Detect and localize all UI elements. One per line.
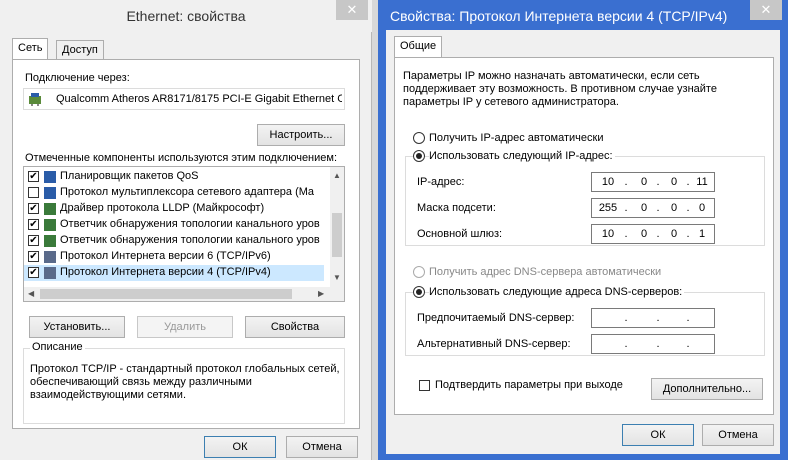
scroll-up-icon[interactable]: ▲ — [333, 171, 341, 180]
configure-button[interactable]: Настроить... — [257, 124, 345, 146]
component-icon — [44, 187, 56, 199]
component-checkbox[interactable]: ✔ — [28, 267, 39, 278]
component-label: Ответчик обнаружения топологии канальног… — [60, 218, 320, 230]
component-icon — [44, 267, 56, 279]
advanced-button[interactable]: Дополнительно... — [651, 378, 763, 400]
component-checkbox[interactable]: ✔ — [28, 251, 39, 262]
properties-button[interactable]: Свойства — [245, 316, 345, 338]
ok-button[interactable]: ОК — [622, 424, 694, 446]
component-label: Драйвер протокола LLDP (Майкрософт) — [60, 202, 265, 214]
general-tab-panel: Параметры IP можно назначать автоматичес… — [394, 57, 774, 415]
horizontal-scrollbar[interactable]: ◀ ▶ — [24, 287, 344, 301]
manual-ip-radio[interactable] — [413, 150, 425, 162]
auto-ip-label: Получить IP-адрес автоматически — [429, 132, 604, 144]
title-bar: Свойства: Протокол Интернета версии 4 (T… — [378, 0, 788, 30]
ok-button[interactable]: ОК — [204, 436, 276, 458]
ip-address-input[interactable]: 10. 0. 0. 11 — [591, 172, 715, 192]
close-button[interactable]: ✕ — [750, 0, 782, 20]
tab-network[interactable]: Сеть — [12, 38, 49, 60]
network-adapter-icon — [29, 93, 41, 106]
scroll-right-icon[interactable]: ▶ — [318, 289, 324, 298]
network-tab-panel: Подключение через: Qualcomm Atheros AR81… — [12, 59, 360, 429]
alternate-dns-input[interactable]: ... — [591, 334, 715, 354]
manual-dns-radio[interactable] — [413, 286, 425, 298]
alternate-dns-label: Альтернативный DNS-сервер: — [417, 338, 571, 350]
manual-ip-label: Использовать следующий IP-адрес: — [429, 150, 615, 162]
gateway-input[interactable]: 10. 0. 0. 1 — [591, 224, 715, 244]
component-checkbox[interactable]: ✔ — [28, 171, 39, 182]
preferred-dns-label: Предпочитаемый DNS-сервер: — [417, 312, 575, 324]
component-item[interactable]: ✔ Планировщик пакетов QoS — [24, 169, 324, 185]
component-label: Планировщик пакетов QoS — [60, 170, 199, 182]
component-checkbox[interactable]: ✔ — [28, 235, 39, 246]
install-button[interactable]: Установить... — [29, 316, 125, 338]
component-icon — [44, 251, 56, 263]
adapter-name: Qualcomm Atheros AR8171/8175 PCI-E Gigab… — [56, 93, 342, 105]
component-icon — [44, 203, 56, 215]
tab-general[interactable]: Общие — [394, 36, 443, 58]
component-label: Протокол Интернета версии 4 (TCP/IPv4) — [60, 266, 271, 278]
component-label: Протокол мультиплексора сетевого адаптер… — [60, 186, 315, 198]
manual-dns-label: Использовать следующие адреса DNS-сервер… — [429, 286, 685, 298]
vertical-scrollbar[interactable]: ▲ ▼ — [330, 167, 344, 287]
component-checkbox[interactable] — [28, 187, 39, 198]
title-bar: Ethernet: свойства ✕ — [0, 0, 372, 32]
h-scroll-thumb[interactable] — [40, 289, 292, 299]
component-icon — [44, 235, 56, 247]
components-list[interactable]: ✔ Планировщик пакетов QoS Протокол мультип… — [23, 166, 345, 302]
scroll-thumb[interactable] — [332, 213, 342, 257]
scroll-down-icon[interactable]: ▼ — [333, 273, 341, 282]
close-button[interactable]: ✕ — [336, 0, 368, 20]
intro-text: Параметры IP можно назначать автоматичес… — [403, 70, 717, 108]
cancel-button[interactable]: Отмена — [286, 436, 358, 458]
ip-address-label: IP-адрес: — [417, 176, 465, 188]
components-label: Отмеченные компоненты используются этим … — [25, 152, 338, 164]
description-text: Протокол TCP/IP - стандартный протокол г… — [30, 363, 340, 401]
component-item[interactable]: ✔ Протокол Интернета версии 4 (TCP/IPv4) — [24, 265, 324, 281]
component-icon — [44, 219, 56, 231]
window-title: Ethernet: свойства — [126, 8, 246, 24]
component-checkbox[interactable]: ✔ — [28, 219, 39, 230]
tab-sharing[interactable]: Доступ — [56, 40, 104, 60]
component-label: Протокол Интернета версии 6 (TCP/IPv6) — [60, 250, 271, 262]
scroll-left-icon[interactable]: ◀ — [28, 289, 34, 298]
ethernet-properties-window: Ethernet: свойства ✕ Сеть Доступ Подключ… — [0, 0, 372, 460]
validate-checkbox[interactable] — [419, 380, 430, 391]
auto-dns-label: Получить адрес DNS-сервера автоматически — [429, 266, 662, 278]
adapter-field: Qualcomm Atheros AR8171/8175 PCI-E Gigab… — [23, 88, 345, 110]
dialog-body: Общие Параметры IP можно назначать автом… — [386, 30, 780, 454]
auto-dns-radio[interactable] — [413, 266, 425, 278]
description-title: Описание — [30, 341, 85, 353]
ipv4-properties-window: Свойства: Протокол Интернета версии 4 (T… — [378, 0, 788, 460]
component-item[interactable]: Протокол мультиплексора сетевого адаптер… — [24, 185, 324, 201]
gateway-label: Основной шлюз: — [417, 228, 503, 240]
window-title: Свойства: Протокол Интернета версии 4 (T… — [390, 8, 728, 24]
component-item[interactable]: ✔ Протокол Интернета версии 6 (TCP/IPv6) — [24, 249, 324, 265]
component-label: Ответчик обнаружения топологии канальног… — [60, 234, 320, 246]
component-item[interactable]: ✔ Драйвер протокола LLDP (Майкрософт) — [24, 201, 324, 217]
subnet-mask-input[interactable]: 255. 0. 0. 0 — [591, 198, 715, 218]
connect-using-label: Подключение через: — [25, 72, 130, 84]
component-icon — [44, 171, 56, 183]
component-checkbox[interactable]: ✔ — [28, 203, 39, 214]
remove-button[interactable]: Удалить — [137, 316, 233, 338]
preferred-dns-input[interactable]: ... — [591, 308, 715, 328]
component-item[interactable]: ✔ Ответчик обнаружения топологии канально… — [24, 217, 324, 233]
description-group: Описание Протокол TCP/IP - стандартный п… — [23, 341, 345, 424]
component-item[interactable]: ✔ Ответчик обнаружения топологии канально… — [24, 233, 324, 249]
validate-label: Подтвердить параметры при выходе — [435, 379, 623, 391]
cancel-button[interactable]: Отмена — [702, 424, 774, 446]
subnet-mask-label: Маска подсети: — [417, 202, 496, 214]
auto-ip-radio[interactable] — [413, 132, 425, 144]
